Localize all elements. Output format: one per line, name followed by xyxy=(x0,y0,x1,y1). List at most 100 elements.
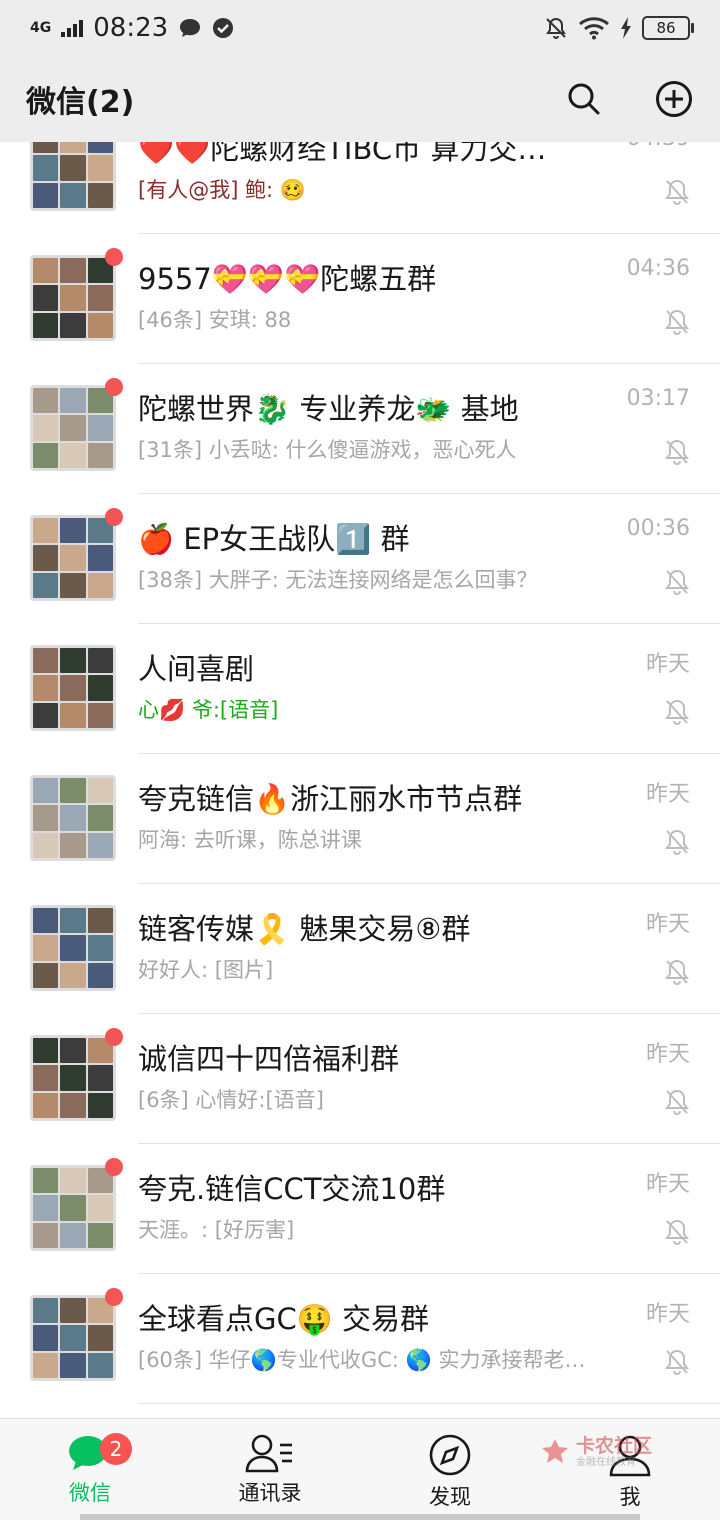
mute-icon xyxy=(664,958,690,986)
avatar-tile xyxy=(87,648,113,674)
avatar-tile xyxy=(60,702,86,728)
avatar-tile xyxy=(60,1298,86,1324)
avatar-tile xyxy=(87,312,113,338)
avatar-tile xyxy=(33,1325,59,1351)
avatar-tile xyxy=(33,778,59,804)
group-avatar xyxy=(30,385,116,471)
chat-title: 诚信四十四倍福利群 xyxy=(138,1042,400,1076)
home-indicator[interactable] xyxy=(80,1514,640,1520)
avatar-tile xyxy=(87,442,113,468)
avatar-tile xyxy=(33,962,59,988)
chat-row[interactable]: 全球看点GC🤑 交易群 昨天 [60条] 华仔🌎专业代收GC: 🌎 实力承接帮老… xyxy=(0,1274,720,1404)
chat-bubble-icon xyxy=(180,19,201,37)
chat-time: 昨天 xyxy=(645,912,690,937)
status-right: 86 xyxy=(544,16,694,40)
avatar-tile xyxy=(87,935,113,961)
avatar-tile xyxy=(87,1065,113,1091)
avatar-tile xyxy=(60,935,86,961)
unread-dot xyxy=(105,378,123,396)
chat-row[interactable]: 夸克链信🔥浙江丽水市节点群 昨天 阿海: 去听课，陈总讲课 xyxy=(0,754,720,884)
tab-discover[interactable]: 发现 xyxy=(360,1419,540,1520)
avatar-tile xyxy=(87,1195,113,1221)
charging-icon xyxy=(621,17,631,39)
chat-time: 昨天 xyxy=(645,652,690,677)
avatar-tile xyxy=(87,675,113,701)
app-header: 微信(2) xyxy=(0,56,720,142)
chat-row[interactable]: ❤️❤️陀螺财经TIBC币 算力交… 04:39 [有人@我] 鲍: 🥴 xyxy=(0,142,720,234)
chat-row[interactable]: 🍎 EP女王战队1️⃣ 群 00:36 [38条] 大胖子: 无法连接网络是怎么… xyxy=(0,494,720,624)
add-circle-icon xyxy=(656,81,692,117)
avatar-tile xyxy=(60,962,86,988)
avatar-tile xyxy=(60,312,86,338)
avatar-tile xyxy=(33,935,59,961)
avatar-tile xyxy=(60,908,86,934)
chat-title: 9557💝💝💝陀螺五群 xyxy=(138,262,437,296)
chat-time: 03:17 xyxy=(626,386,690,411)
chat-row[interactable]: 诚信四十四倍福利群 昨天 [6条] 心情好:[语音] xyxy=(0,1014,720,1144)
avatar-tile xyxy=(87,1092,113,1118)
group-avatar xyxy=(30,1035,116,1121)
mute-icon xyxy=(664,1088,690,1116)
avatar-tile xyxy=(33,182,59,208)
chat-preview: [60条] 华仔🌎专业代收GC: 🌎 实力承接帮老… xyxy=(138,1348,586,1372)
avatar-tile xyxy=(33,1298,59,1324)
avatar-tile xyxy=(33,908,59,934)
avatar-tile xyxy=(87,778,113,804)
row-divider xyxy=(138,1403,720,1404)
wifi-icon xyxy=(579,17,609,40)
chat-row[interactable]: 9557💝💝💝陀螺五群 04:36 [46条] 安琪: 88 xyxy=(0,234,720,364)
watermark-logo: 卡农社区 金融在线教育 xyxy=(540,1432,670,1472)
avatar-tile xyxy=(87,1325,113,1351)
battery-icon: 86 xyxy=(642,16,694,40)
chat-row[interactable]: 人间喜剧 昨天 心💋 爷:[语音] xyxy=(0,624,720,754)
unread-dot xyxy=(105,1028,123,1046)
tab-contacts[interactable]: 通讯录 xyxy=(180,1419,360,1520)
chat-preview: 阿海: 去听课，陈总讲课 xyxy=(138,828,362,852)
avatar-tile xyxy=(33,675,59,701)
avatar-tile xyxy=(33,442,59,468)
watermark-icon xyxy=(542,1439,568,1463)
chat-time: 昨天 xyxy=(645,1172,690,1197)
unread-badge: 2 xyxy=(100,1433,132,1465)
chat-time: 昨天 xyxy=(645,1042,690,1067)
avatar-tile xyxy=(60,1168,86,1194)
chat-title: ❤️❤️陀螺财经TIBC币 算力交… xyxy=(138,142,547,166)
chat-row[interactable]: 陀螺世界🐉 专业养龙🐲 基地 03:17 [31条] 小丢哒: 什么傻逼游戏，恶… xyxy=(0,364,720,494)
tab-label: 发现 xyxy=(429,1485,471,1509)
chat-title: 陀螺世界🐉 专业养龙🐲 基地 xyxy=(138,392,519,426)
unread-dot xyxy=(105,1288,123,1306)
mute-bell-icon xyxy=(546,17,566,39)
avatar-tile xyxy=(33,832,59,858)
avatar-tile xyxy=(60,1195,86,1221)
avatar-tile xyxy=(33,1092,59,1118)
avatar-tile xyxy=(33,1195,59,1221)
avatar-tile xyxy=(60,142,86,154)
avatar-tile xyxy=(33,415,59,441)
watermark-text: 卡农社区 金融在线教育 xyxy=(576,1436,652,1468)
add-button[interactable] xyxy=(654,79,694,119)
chat-list[interactable]: ❤️❤️陀螺财经TIBC币 算力交… 04:39 [有人@我] 鲍: 🥴 955… xyxy=(0,142,720,1418)
avatar-tile xyxy=(60,258,86,284)
tab-label: 微信 xyxy=(69,1481,111,1505)
watermark-sub: 金融在线教育 xyxy=(576,1456,636,1468)
avatar-tile xyxy=(60,545,86,571)
avatar-tile xyxy=(33,518,59,544)
avatar-tile xyxy=(87,908,113,934)
search-button[interactable] xyxy=(564,79,604,119)
group-avatar xyxy=(30,775,116,861)
avatar-tile xyxy=(60,442,86,468)
chat-row[interactable]: 链客传媒🎗️ 魅果交易⑧群 昨天 好好人: [图片] xyxy=(0,884,720,1014)
search-icon xyxy=(568,83,600,115)
unread-dot xyxy=(105,248,123,266)
avatar-tile xyxy=(33,285,59,311)
chat-title: 人间喜剧 xyxy=(138,652,255,686)
chat-row[interactable]: 夸克.链信CCT交流10群 昨天 天涯。: [好厉害] xyxy=(0,1144,720,1274)
group-avatar xyxy=(30,645,116,731)
check-circle-icon xyxy=(213,18,234,38)
group-avatar xyxy=(30,1165,116,1251)
tab-chats[interactable]: 2 微信 xyxy=(0,1419,180,1520)
contacts-icon xyxy=(245,1434,292,1473)
network-type: 4G xyxy=(30,20,52,36)
avatar-tile xyxy=(33,258,59,284)
avatar-tile xyxy=(87,702,113,728)
